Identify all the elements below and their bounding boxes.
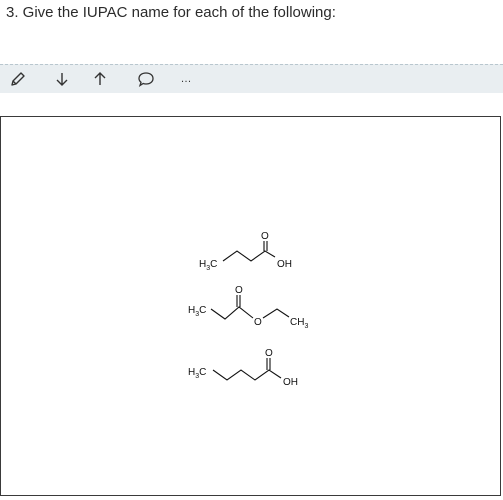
m3-oh-label: OH [283,377,298,388]
m1-chain [222,250,276,262]
m2-ch3-label: CH3 [290,317,308,330]
drawing-canvas[interactable]: H3C O OH H3C O O CH3 H3C O OH [0,116,501,496]
m3-h3c-label: H3C [188,367,206,380]
arrow-down-icon[interactable] [52,69,72,89]
molecule-drawing: H3C O OH H3C O O CH3 H3C O OH [188,231,308,388]
molecule-2: H3C O O CH3 [188,285,308,330]
m2-carbonyl-oxygen: O [235,285,243,296]
more-icon[interactable]: … [176,69,196,89]
m3-carbonyl-oxygen: O [265,348,273,359]
arrow-up-icon[interactable] [90,69,110,89]
question-text: 3. Give the IUPAC name for each of the f… [6,4,336,21]
m1-h3c-label: H3C [199,259,217,272]
molecule-3: H3C O OH [188,348,298,388]
comment-icon[interactable] [136,69,156,89]
molecule-1: H3C O OH [199,231,292,272]
m1-oh-label: OH [277,259,292,270]
m2-chain-left [210,306,254,320]
m2-h3c-label: H3C [188,305,206,318]
m1-carbonyl-oxygen: O [261,231,269,242]
answer-toolbar: … [0,64,503,93]
m3-chain [212,369,282,381]
m2-ester-oxygen: O [254,317,262,328]
m2-chain-right [262,308,290,319]
pencil-icon[interactable] [8,69,28,89]
